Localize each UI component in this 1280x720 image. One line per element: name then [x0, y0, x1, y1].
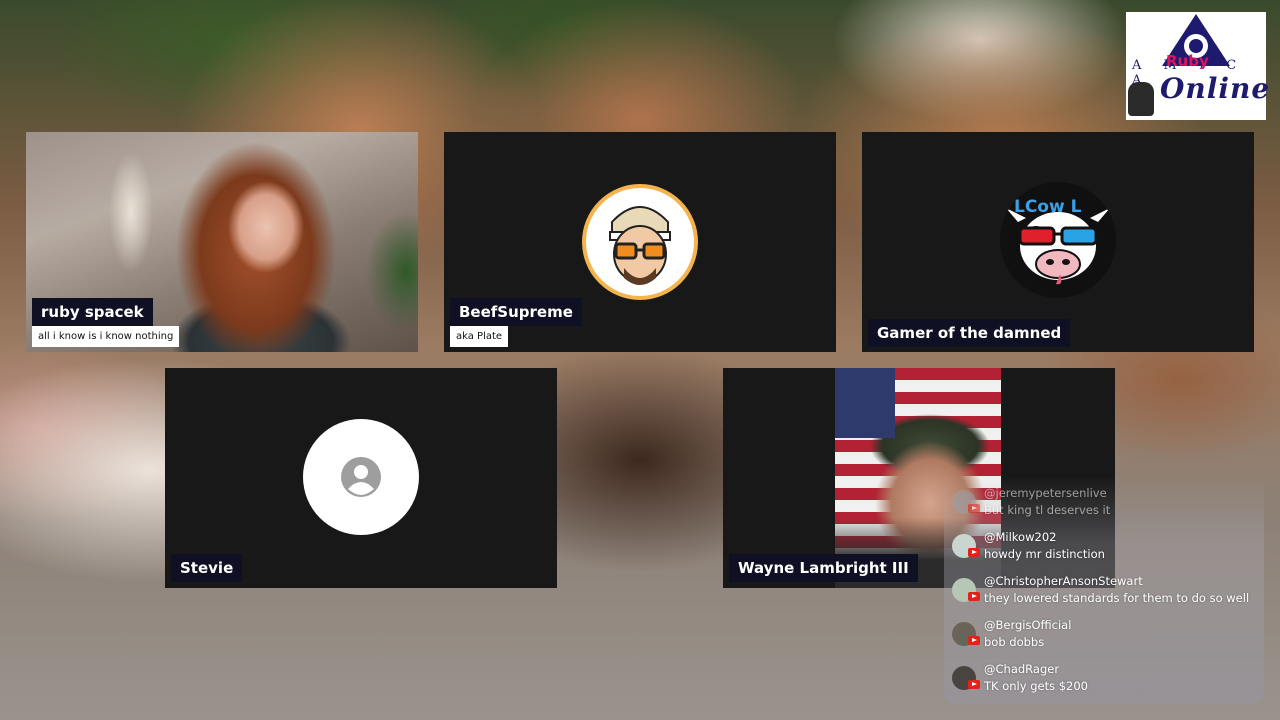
- default-avatar: [303, 419, 419, 535]
- chat-text: TK only gets $200: [984, 679, 1088, 693]
- participant-subtitle: all i know is i know nothing: [32, 326, 180, 347]
- participant-name: BeefSupreme: [450, 298, 582, 326]
- chat-username: @ChristopherAnsonStewart: [984, 574, 1143, 588]
- logo-portrait: [1128, 82, 1154, 116]
- chat-text: bob dobbs: [984, 635, 1045, 649]
- chat-message: @jeremypetersenlive But king tl deserves…: [952, 486, 1262, 526]
- participant-name: Stevie: [171, 554, 243, 582]
- chat-username: @ChadRager: [984, 662, 1060, 676]
- cartoon-face-icon: [609, 206, 671, 285]
- chat-text: howdy mr distinction: [984, 547, 1105, 561]
- youtube-icon: [968, 680, 980, 689]
- chat-message: @ChristopherAnsonStewart they lowered st…: [952, 574, 1262, 614]
- chat-message: @Milkow202 howdy mr distinction: [952, 530, 1262, 570]
- participant-name: Gamer of the damned: [868, 319, 1071, 347]
- youtube-icon: [968, 548, 980, 557]
- participant-tile-ruby-spacek[interactable]: ruby spacek all i know is i know nothing: [26, 132, 418, 352]
- ruby-online-logo: A M I C A Ruby Online: [1126, 12, 1269, 120]
- cow-3d-glasses-icon: LCow L: [1006, 197, 1110, 285]
- beefsupreme-avatar: [582, 184, 698, 300]
- chat-username: @BergisOfficial: [984, 618, 1072, 632]
- participant-name: ruby spacek: [32, 298, 153, 326]
- cow-avatar: LCow L: [1000, 182, 1116, 298]
- youtube-icon: [968, 592, 980, 601]
- youtube-icon: [968, 636, 980, 645]
- logo-ruby-text: Ruby: [1166, 52, 1209, 70]
- participant-tile-gamer-of-the-damned[interactable]: LCow L Gamer of the damned: [862, 132, 1254, 352]
- participant-subtitle: aka Plate: [450, 326, 509, 347]
- chat-username: @jeremypetersenlive: [984, 486, 1107, 500]
- chat-text: But king tl deserves it: [984, 503, 1111, 517]
- youtube-icon: [968, 504, 980, 513]
- chat-text: they lowered standards for them to do so…: [984, 591, 1250, 605]
- participant-tile-stevie[interactable]: Stevie: [165, 368, 557, 588]
- chat-username: @Milkow202: [984, 530, 1057, 544]
- participant-tile-beefsupreme[interactable]: BeefSupreme aka Plate: [444, 132, 836, 352]
- logo-script-text: Online: [1160, 72, 1271, 105]
- participant-name: Wayne Lambright III: [729, 554, 918, 582]
- user-placeholder-icon: [341, 457, 381, 497]
- live-chat-overlay: @jeremypetersenlive But king tl deserves…: [944, 476, 1264, 704]
- chat-message: @BergisOfficial bob dobbs: [952, 618, 1262, 658]
- chat-message: @ChadRager TK only gets $200: [952, 662, 1262, 702]
